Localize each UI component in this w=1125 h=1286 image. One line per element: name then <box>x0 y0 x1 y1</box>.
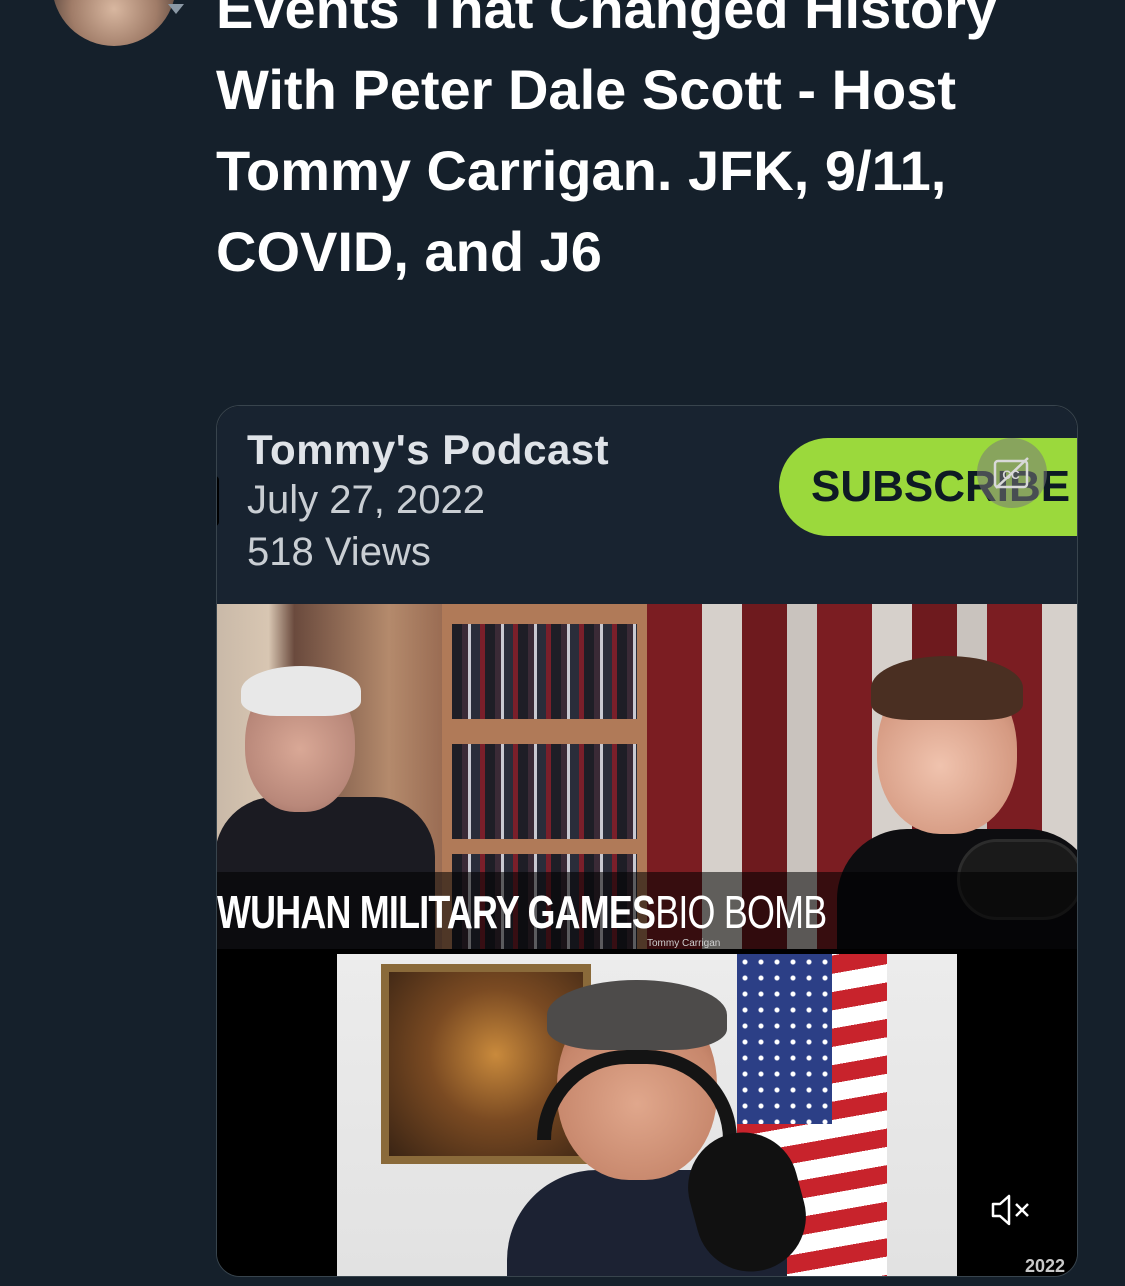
closed-captions-icon: CC <box>993 457 1029 489</box>
video-header: Tommy's Podcast July 27, 2022 518 Views … <box>217 406 1077 604</box>
lower-third-caption: Tommy Carrigan <box>647 938 721 949</box>
closed-captions-button[interactable]: CC <box>977 438 1047 508</box>
lower-third-title: WUHAN MILITARY GAMESBIO BOMB <box>217 884 827 940</box>
video-card[interactable]: Tommy's Podcast July 27, 2022 518 Views … <box>216 405 1078 1277</box>
tweet-text: Events That Changed History With Peter D… <box>216 0 998 283</box>
podcast-name: Tommy's Podcast <box>247 426 610 473</box>
user-avatar[interactable] <box>52 0 176 46</box>
podcast-date: July 27, 2022 <box>247 478 485 522</box>
video-corner-text: 2022 <box>1025 1256 1066 1276</box>
speaker-muted-icon[interactable] <box>989 1192 1033 1228</box>
tweet-view: Events That Changed History With Peter D… <box>0 0 1125 1286</box>
chevron-down-icon[interactable] <box>168 4 184 14</box>
view-count: 518 Views <box>247 530 431 574</box>
video-frame[interactable]: WUHAN MILITARY GAMESBIO BOMB Tommy Carri… <box>217 604 1077 1276</box>
video-tile-guest-2 <box>337 954 957 1276</box>
lower-third-light: BIO BOMB <box>655 886 827 938</box>
header-decoration <box>217 476 219 526</box>
lower-third-bold: WUHAN MILITARY GAMES <box>217 886 656 938</box>
